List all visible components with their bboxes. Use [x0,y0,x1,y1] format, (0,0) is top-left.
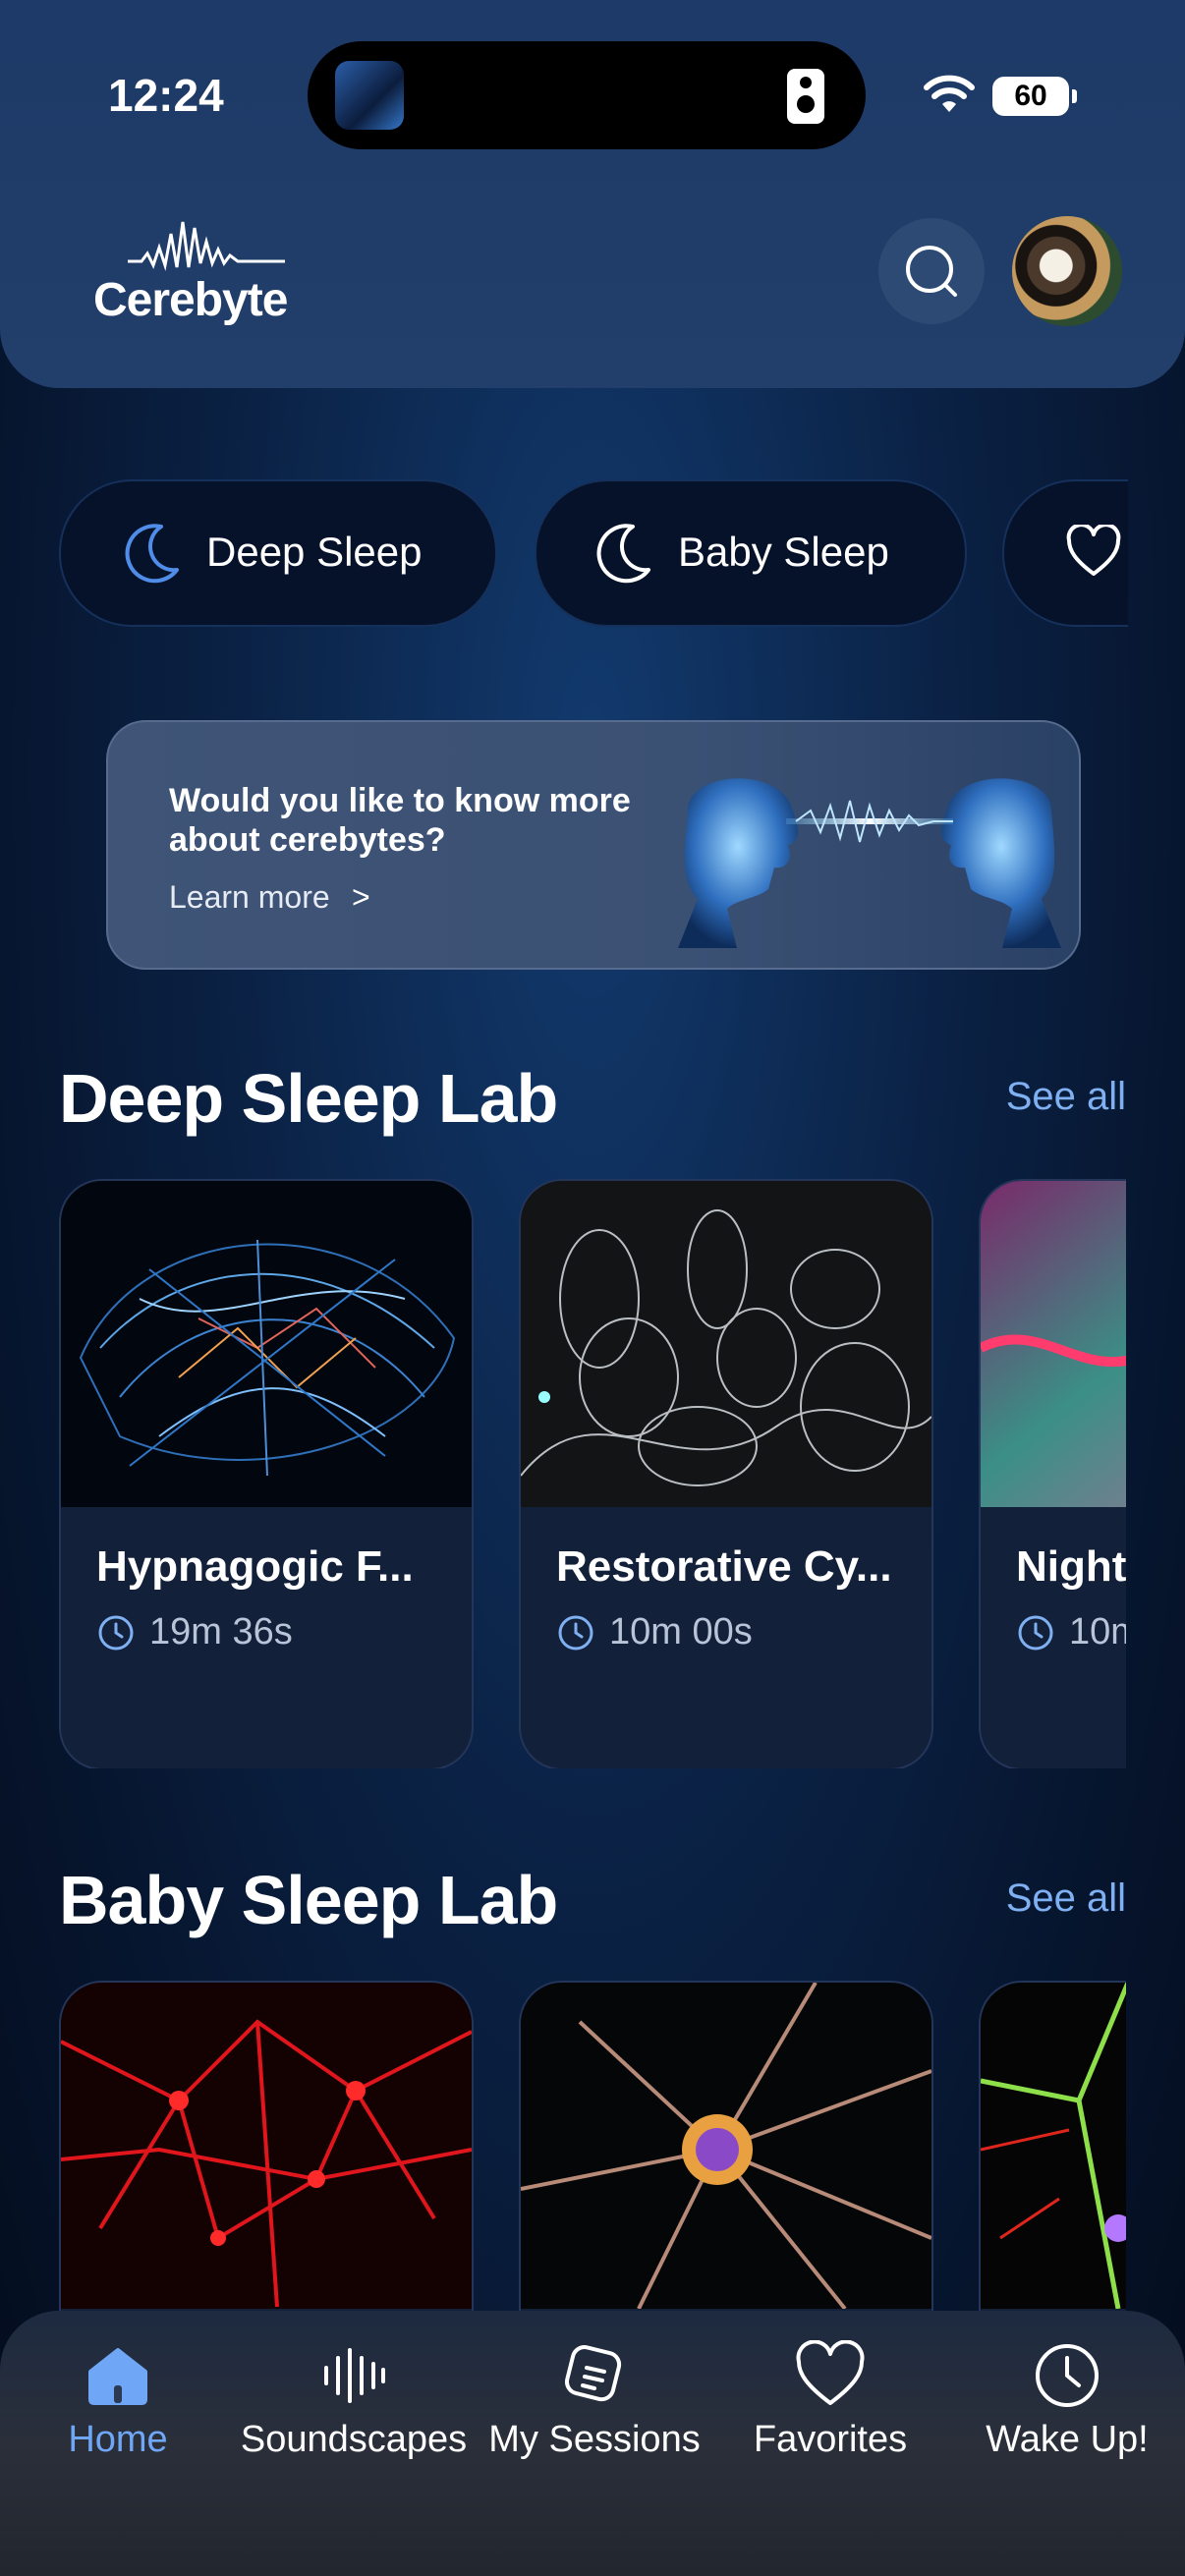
card-image-gradient [981,1181,1126,1507]
speaker-icon [787,69,824,124]
app-header: 12:24 60 Cerebyte [0,0,1185,388]
tab-label: Soundscapes [240,2419,468,2460]
now-playing-artwork [335,61,404,130]
card-image-neuron-cell [521,1983,931,2309]
tab-home[interactable]: Home [51,2340,185,2461]
chip-baby-sleep[interactable]: Baby Sleep [535,479,967,627]
tab-label: Favorites [753,2419,908,2460]
see-all-deep-sleep-button[interactable]: See all [1006,1075,1126,1119]
promo-question: Would you like to know more about cereby… [169,782,631,859]
bottom-tab-bar: Home Soundscapes My Sessions Favorites W… [0,2311,1185,2576]
clock-icon [1018,1615,1053,1651]
card-image-green-neurons [981,1983,1126,2309]
dynamic-island[interactable] [308,41,866,149]
card-title: Night [1016,1542,1126,1591]
tab-wake-up[interactable]: Wake Up! [977,2340,1157,2461]
status-time: 12:24 [108,70,224,121]
card-image-red-neurons [61,1983,472,2309]
search-icon [906,246,957,297]
session-card[interactable]: Restorative Cy... 10m 00s [519,1179,933,1768]
section-title-baby-sleep-lab: Baby Sleep Lab [59,1862,558,1938]
heart-icon [796,2340,865,2405]
tab-soundscapes[interactable]: Soundscapes [234,2340,474,2461]
avatar[interactable] [1012,216,1122,326]
chip-label: Deep Sleep [206,529,423,575]
tab-label: Wake Up! [986,2419,1149,2460]
session-card[interactable] [59,1981,474,2315]
see-all-baby-sleep-button[interactable]: See all [1006,1876,1126,1921]
soundwave-icon [324,2348,385,2403]
clock-icon [558,1615,593,1651]
chip-favorites[interactable] [1002,479,1128,627]
card-title: Hypnagogic F... [96,1542,414,1591]
brain-heads-illustration [678,778,1061,948]
moon-icon [125,524,179,584]
card-duration: 10m 00s [609,1611,753,1652]
search-button[interactable] [878,218,985,324]
chevron-right-icon: > [352,879,370,915]
card-image-spirals [521,1181,931,1507]
brand-logo-wave-icon [128,221,285,271]
card-image-neurons [61,1181,472,1507]
clock-icon [98,1615,134,1651]
tab-favorites[interactable]: Favorites [737,2340,924,2461]
baby-sleep-carousel[interactable] [59,1981,1126,2315]
deep-sleep-carousel[interactable]: Hypnagogic F... 19m 36s Restorative Cy..… [59,1179,1126,1768]
tab-my-sessions[interactable]: My Sessions [481,2340,707,2461]
card-title: Restorative Cy... [556,1542,892,1591]
tab-label: My Sessions [488,2419,701,2460]
heart-icon [1066,525,1121,576]
tab-label: Home [68,2419,168,2460]
session-card[interactable]: Night 10m [979,1179,1126,1768]
moon-icon [596,524,650,584]
chip-deep-sleep[interactable]: Deep Sleep [59,479,497,627]
wifi-icon [924,75,975,112]
chip-label: Baby Sleep [678,529,889,575]
home-icon [88,2348,147,2405]
promo-banner[interactable]: Would you like to know more about cereby… [106,720,1081,970]
card-duration: 19m 36s [149,1611,293,1652]
brand-logo: Cerebyte [93,274,288,326]
section-title-deep-sleep-lab: Deep Sleep Lab [59,1060,558,1137]
battery-indicator: 60 [992,77,1077,116]
session-card[interactable] [519,1981,933,2315]
card-duration: 10m [1069,1611,1126,1652]
session-card[interactable] [979,1981,1126,2315]
learn-more-link[interactable]: Learn more [169,879,330,916]
clock-icon [1036,2344,1099,2407]
session-card[interactable]: Hypnagogic F... 19m 36s [59,1179,474,1768]
sessions-icon [564,2345,622,2402]
